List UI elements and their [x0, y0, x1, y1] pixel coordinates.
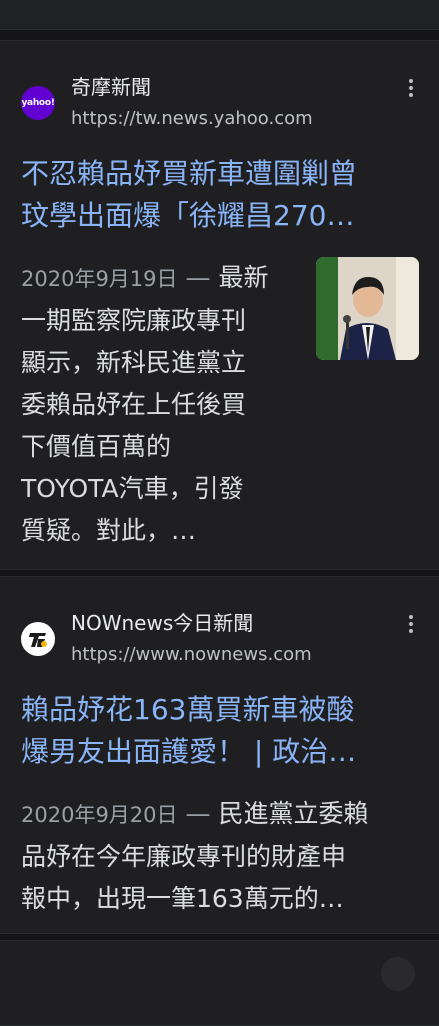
- news-card-partial[interactable]: [0, 940, 439, 1026]
- headline-line: 賴品妤花163萬買新車被酸: [21, 693, 355, 726]
- source-url: https://tw.news.yahoo.com: [71, 108, 313, 129]
- snippet-line: 下價值百萬的: [21, 432, 172, 461]
- article-snippet: 2020年9月19日 — 最新 一期監察院廉政專刊 顯示，新科民進黨立 委賴品妤在上…: [21, 257, 269, 552]
- separator-dash: —: [185, 799, 211, 828]
- snippet-line: 委賴品妤在上任後買: [21, 390, 247, 419]
- source-name: 奇摩新聞: [71, 75, 151, 99]
- article-snippet: 2020年9月20日 — 民進黨立委賴 品妤在今年廉政專刊的財產申 報中，出現一筆1…: [21, 793, 369, 920]
- source-url: https://www.nownews.com: [71, 644, 312, 665]
- news-card[interactable]: NOWnews今日新聞 https://www.nownews.com 賴品妤花…: [0, 576, 439, 934]
- headline-line: 不忍賴品妤買新車遭圍剿曾: [21, 157, 358, 190]
- snippet-text: 最新: [218, 263, 269, 292]
- source-name: NOWnews今日新聞: [71, 611, 254, 635]
- article-headline[interactable]: 不忍賴品妤買新車遭圍剿曾 玟學出面爆「徐耀昌270…: [21, 153, 357, 237]
- separator-dash: —: [185, 263, 211, 292]
- article-thumbnail[interactable]: [316, 257, 419, 360]
- top-bar: [0, 0, 439, 30]
- more-options-icon[interactable]: [403, 613, 419, 637]
- person-photo-icon: [316, 257, 419, 360]
- avatar: [381, 957, 415, 991]
- article-date: 2020年9月19日: [21, 267, 178, 291]
- snippet-line: 品妤在今年廉政專刊的財產申: [21, 842, 347, 871]
- more-options-icon[interactable]: [403, 77, 419, 101]
- article-headline[interactable]: 賴品妤花163萬買新車被酸 爆男友出面護愛！ | 政治…: [21, 689, 356, 773]
- snippet-text: 民進黨立委賴: [218, 799, 369, 828]
- article-date: 2020年9月20日: [21, 803, 178, 827]
- yahoo-logo: yahoo!: [21, 86, 55, 120]
- snippet-line: 顯示，新科民進黨立: [21, 348, 247, 377]
- nownews-logo-icon: [24, 625, 52, 653]
- snippet-line: TOYOTA汽車，引發: [21, 474, 244, 503]
- news-card[interactable]: yahoo! 奇摩新聞 https://tw.news.yahoo.com 不忍…: [0, 40, 439, 570]
- nownews-logo: [21, 622, 55, 656]
- snippet-line: 質疑。對此，…: [21, 516, 197, 545]
- snippet-line: 一期監察院廉政專刊: [21, 306, 247, 335]
- snippet-line: 報中，出現一筆163萬元的…: [21, 884, 344, 913]
- headline-line: 玟學出面爆「徐耀昌270…: [21, 199, 355, 232]
- headline-line: 爆男友出面護愛！ | 政治…: [21, 735, 357, 768]
- logo-text: yahoo!: [21, 98, 55, 108]
